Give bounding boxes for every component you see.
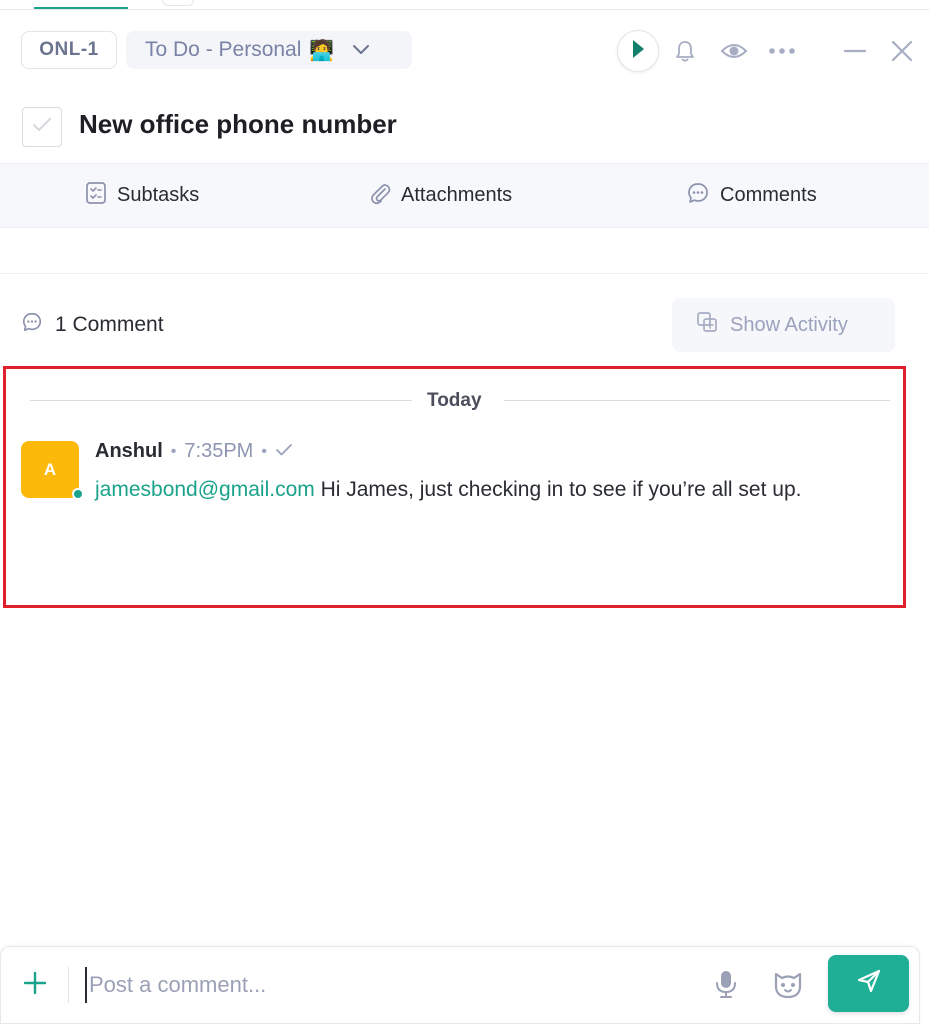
comments-count-label: 1 Comment: [55, 313, 164, 336]
task-tabs: Subtasks Attachments Comments: [0, 163, 929, 228]
task-header: ONL-1 To Do - Personal 🧑‍💻: [0, 30, 929, 72]
composer-divider: [68, 967, 69, 1003]
active-tab-indicator: [34, 7, 128, 9]
tab-label: Comments: [720, 184, 817, 206]
status-dropdown[interactable]: To Do - Personal 🧑‍💻: [126, 31, 412, 69]
more-options-icon[interactable]: [767, 36, 797, 66]
comment-text: Hi James, just checking in to see if you…: [314, 478, 802, 501]
section-divider: [0, 273, 929, 274]
minimize-icon[interactable]: [840, 36, 870, 66]
meta-dot: •: [170, 442, 177, 460]
task-title-row: New office phone number: [0, 104, 929, 150]
separator-line: [504, 400, 890, 401]
send-icon: [856, 968, 882, 999]
chevron-down-icon: [352, 38, 370, 62]
paperclip-icon: [369, 181, 401, 211]
online-status-dot: [72, 488, 84, 500]
show-activity-button[interactable]: Show Activity: [672, 298, 895, 352]
status-label: To Do - Personal: [145, 38, 302, 61]
comment-time: 7:35PM: [184, 440, 254, 462]
comment-author[interactable]: Anshul: [95, 440, 163, 463]
comment-input[interactable]: [85, 967, 675, 1003]
comment-icon: [21, 311, 55, 339]
meta-dot: •: [261, 442, 267, 460]
tab-label: Attachments: [401, 184, 513, 206]
microphone-icon[interactable]: [714, 969, 738, 1004]
bell-icon[interactable]: [670, 36, 700, 66]
avatar-letter: A: [43, 459, 57, 479]
comments-count: 1 Comment: [21, 311, 164, 339]
send-button[interactable]: [828, 955, 909, 1012]
top-tab-strip: [0, 0, 929, 10]
activity-icon: [696, 311, 730, 339]
comment-meta: Anshul • 7:35PM •: [95, 440, 293, 463]
checklist-icon: [85, 181, 117, 211]
tab-attachments[interactable]: Attachments: [369, 164, 512, 227]
delivered-check-icon: [275, 440, 293, 463]
task-complete-checkbox[interactable]: [22, 107, 62, 147]
day-separator: Today: [30, 389, 890, 413]
start-timer-button[interactable]: [617, 30, 659, 72]
show-activity-label: Show Activity: [730, 313, 848, 336]
tab-label: Subtasks: [117, 184, 200, 206]
task-title[interactable]: New office phone number: [79, 109, 397, 140]
play-icon: [631, 39, 645, 64]
comment-composer: [0, 946, 920, 1024]
tab-stub: [162, 0, 194, 6]
status-emoji: 🧑‍💻: [309, 39, 335, 62]
comment-body: jamesbond@gmail.com Hi James, just check…: [95, 472, 885, 507]
comment-icon: [686, 181, 720, 211]
avatar[interactable]: A: [21, 441, 79, 498]
eye-icon[interactable]: [719, 36, 749, 66]
emoji-picker-icon[interactable]: [772, 970, 804, 1005]
mention-link[interactable]: jamesbond@gmail.com: [95, 478, 315, 501]
check-icon: [32, 117, 52, 138]
task-id-badge[interactable]: ONL-1: [21, 31, 117, 69]
separator-line: [30, 400, 412, 401]
tab-subtasks[interactable]: Subtasks: [85, 164, 199, 227]
tab-comments[interactable]: Comments: [686, 164, 817, 227]
close-icon[interactable]: [887, 36, 917, 66]
day-label: Today: [427, 390, 482, 411]
plus-icon[interactable]: [23, 971, 47, 1000]
